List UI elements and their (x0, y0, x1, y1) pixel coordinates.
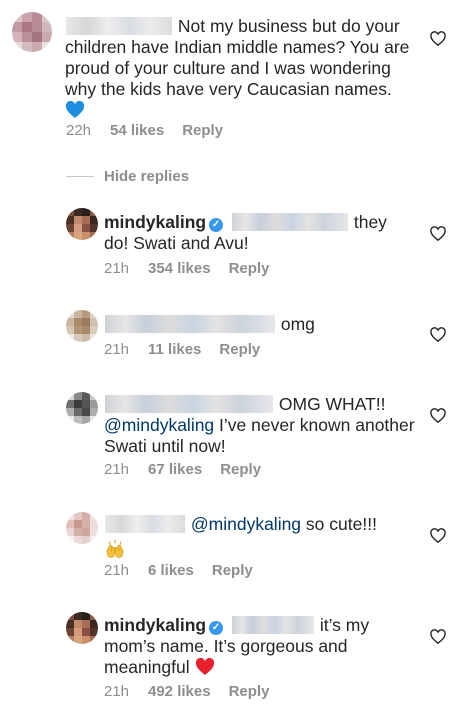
reply-meta: 21h 492 likes Reply (104, 683, 269, 700)
comment-time: 22h (66, 122, 92, 139)
avatar[interactable] (66, 310, 98, 342)
redacted-username (66, 17, 172, 35)
reply-button[interactable]: Reply (182, 122, 223, 139)
reply-time: 21h (104, 260, 130, 277)
reply-body: mindykaling ✓ it’s my mom’s name. It’s go… (104, 615, 424, 678)
avatar[interactable] (66, 512, 98, 544)
avatar[interactable] (12, 12, 52, 52)
reply-meta: 21h 354 likes Reply (104, 260, 269, 277)
username[interactable]: mindykaling (104, 212, 206, 232)
comment-body: Not my business but do your children hav… (65, 16, 415, 121)
mention-link[interactable]: @mindykaling (104, 415, 214, 435)
reply-button[interactable]: Reply (212, 562, 253, 579)
reply-meta: 21h 11 likes Reply (104, 341, 260, 358)
avatar[interactable] (66, 392, 98, 424)
reply-body: omg (104, 314, 424, 335)
like-heart-icon[interactable] (430, 408, 446, 424)
redacted-mention (231, 616, 314, 634)
blue-heart-icon (65, 101, 85, 118)
like-heart-icon[interactable] (430, 327, 446, 343)
reply-button[interactable]: Reply (220, 461, 261, 478)
comment-meta: 22h 54 likes Reply (66, 122, 223, 139)
reply-time: 21h (104, 341, 130, 358)
like-heart-icon[interactable] (430, 528, 446, 544)
likes-count[interactable]: 54 likes (110, 122, 164, 139)
reply-meta: 21h 6 likes Reply (104, 562, 253, 579)
reply-body: mindykaling ✓ they do! Swati and Avu! (104, 212, 404, 254)
avatar[interactable] (66, 208, 98, 240)
redacted-username (105, 515, 185, 533)
redacted-username (105, 315, 275, 333)
reply-time: 21h (104, 683, 130, 700)
like-heart-icon[interactable] (430, 629, 446, 645)
hide-replies-button[interactable]: Hide replies (66, 166, 189, 186)
like-heart-icon[interactable] (430, 31, 446, 47)
reply-text: so cute!!! (305, 514, 377, 534)
likes-count[interactable]: 492 likes (148, 683, 211, 700)
reply-meta: 21h 67 likes Reply (104, 461, 261, 478)
redacted-mention (231, 213, 348, 231)
username[interactable]: mindykaling (104, 615, 206, 635)
reply-time: 21h (104, 461, 130, 478)
likes-count[interactable]: 6 likes (148, 562, 194, 579)
hide-replies-label: Hide replies (104, 167, 190, 185)
like-heart-icon[interactable] (430, 226, 446, 242)
reply-button[interactable]: Reply (229, 683, 270, 700)
verified-badge-icon: ✓ (209, 218, 224, 232)
avatar[interactable] (66, 612, 98, 644)
reply-body: @mindykaling so cute!!! (104, 514, 424, 563)
reply-button[interactable]: Reply (219, 341, 260, 358)
mention-link[interactable]: @mindykaling (191, 514, 301, 534)
red-heart-icon (195, 658, 214, 675)
redacted-username (105, 395, 273, 413)
likes-count[interactable]: 354 likes (148, 260, 211, 277)
reply-time: 21h (104, 562, 130, 579)
divider (66, 175, 94, 177)
likes-count[interactable]: 11 likes (148, 341, 201, 358)
reply-button[interactable]: Reply (229, 260, 270, 277)
reply-text: omg (280, 314, 315, 334)
likes-count[interactable]: 67 likes (148, 461, 202, 478)
reply-text-before: OMG WHAT!! (278, 394, 386, 414)
reply-body: OMG WHAT!! @mindykaling I’ve never known… (104, 394, 424, 457)
verified-badge-icon: ✓ (209, 621, 224, 635)
raising-hands-icon (106, 539, 124, 558)
